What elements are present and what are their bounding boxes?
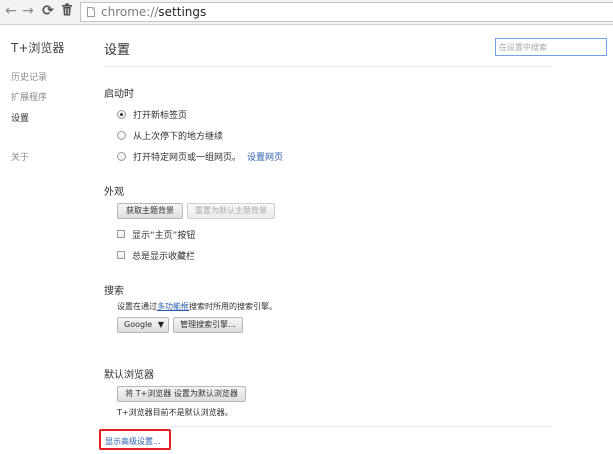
- manage-search-engines-button[interactable]: 管理搜索引擎...: [173, 317, 243, 333]
- startup-option-specific-pages[interactable]: 打开特定网页或一组网页。 设置网页: [117, 150, 283, 163]
- startup-option-continue[interactable]: 从上次停下的地方继续: [117, 129, 224, 142]
- search-engine-select[interactable]: Google ▼: [117, 317, 169, 333]
- sidebar-item-extensions[interactable]: 扩展程序: [11, 90, 47, 103]
- show-advanced-settings-link[interactable]: 显示高级设置...: [105, 436, 161, 447]
- startup-section-title: 启动时: [104, 89, 134, 100]
- back-arrow-icon[interactable]: ←: [3, 3, 19, 19]
- address-bar[interactable]: chrome://settings: [80, 2, 613, 22]
- reset-theme-button[interactable]: 重置为默认主题背景: [187, 203, 275, 219]
- checkbox-unchecked[interactable]: [117, 251, 125, 259]
- default-browser-status: T+浏览器目前不是默认浏览器。: [117, 408, 233, 417]
- show-bookmarks-label: 总是显示收藏栏: [132, 251, 196, 262]
- show-bookmarks-bar-option[interactable]: 总是显示收藏栏: [117, 249, 196, 262]
- reload-icon[interactable]: ⟳: [40, 3, 56, 19]
- header-divider: [104, 66, 552, 67]
- page-title: 设置: [104, 43, 131, 58]
- app-title: T+浏览器: [11, 41, 65, 55]
- show-home-button-option[interactable]: 显示“主页”按钮: [117, 228, 196, 241]
- search-engine-value: Google: [124, 320, 153, 329]
- startup-option-label: 打开新标签页: [133, 110, 188, 121]
- footer-divider: [104, 426, 552, 427]
- show-home-label: 显示“主页”按钮: [132, 230, 196, 241]
- url-host: settings: [158, 5, 207, 19]
- sidebar-item-about[interactable]: 关于: [11, 150, 29, 163]
- set-default-browser-button[interactable]: 将 T+浏览器 设置为默认浏览器: [117, 386, 246, 402]
- trash-icon[interactable]: [59, 3, 75, 19]
- sidebar-item-history[interactable]: 历史记录: [11, 70, 47, 83]
- radio-selected[interactable]: [117, 109, 126, 119]
- omnibox-link[interactable]: 多功能框: [157, 302, 189, 311]
- search-description: 设置在通过多功能框搜索时所用的搜索引擎。: [117, 301, 277, 312]
- radio-unselected[interactable]: [117, 130, 126, 140]
- search-section-title: 搜索: [104, 286, 124, 297]
- set-pages-link[interactable]: 设置网页: [247, 150, 283, 163]
- sidebar-item-settings[interactable]: 设置: [11, 111, 29, 124]
- search-desc-text: 设置在通过: [117, 302, 157, 311]
- browser-toolbar: ← → ⟳ chrome://settings: [0, 0, 613, 25]
- forward-arrow-icon[interactable]: →: [20, 3, 36, 19]
- startup-option-label: 打开特定网页或一组网页。: [133, 152, 242, 163]
- startup-option-new-tab[interactable]: 打开新标签页: [117, 108, 188, 121]
- trash-icon-glyph: [62, 3, 72, 16]
- url-scheme: chrome://: [101, 5, 159, 19]
- default-browser-section-title: 默认浏览器: [104, 370, 154, 381]
- search-desc-text: 搜索时所用的搜索引擎。: [189, 302, 277, 311]
- get-themes-button[interactable]: 获取主题背景: [117, 203, 183, 219]
- appearance-section-title: 外观: [104, 187, 124, 198]
- dropdown-arrow-icon: ▼: [157, 320, 164, 329]
- settings-search-input[interactable]: [495, 38, 607, 56]
- radio-unselected[interactable]: [117, 151, 126, 161]
- page-icon: [87, 7, 95, 17]
- startup-option-label: 从上次停下的地方继续: [133, 131, 224, 142]
- checkbox-unchecked[interactable]: [117, 230, 125, 238]
- url-text: chrome://settings: [101, 5, 206, 19]
